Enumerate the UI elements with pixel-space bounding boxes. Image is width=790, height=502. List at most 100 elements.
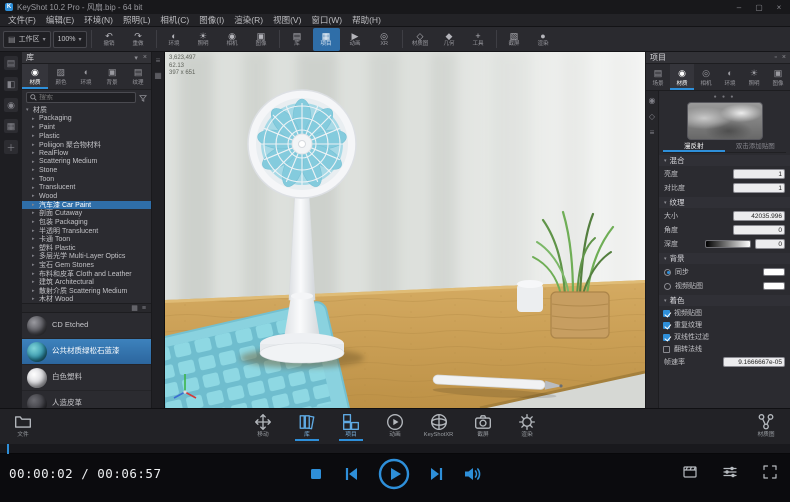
- timeline-settings-icon[interactable]: [722, 464, 738, 480]
- animation-button[interactable]: ▶动画: [342, 28, 369, 51]
- screenshot-button[interactable]: ▧截屏: [501, 28, 528, 51]
- cpu-usage-dropdown[interactable]: 100% ▾: [53, 31, 87, 48]
- menu-render[interactable]: 渲染(R): [229, 14, 268, 26]
- environment-button[interactable]: ◐环境: [161, 28, 188, 51]
- list-toggle-icon[interactable]: ≡: [156, 56, 161, 65]
- channel-add-map[interactable]: 双击添加贴图: [725, 142, 787, 152]
- section-background[interactable]: ▾背景: [659, 253, 790, 264]
- tools-button[interactable]: +工具: [465, 28, 492, 51]
- color-swatch[interactable]: [763, 282, 785, 290]
- menu-camera[interactable]: 相机(C): [155, 14, 194, 26]
- material-item[interactable]: 人造皮革: [22, 391, 151, 408]
- grid-toggle-icon[interactable]: ▦: [154, 71, 162, 80]
- tree-item[interactable]: ▸Toon: [22, 175, 151, 184]
- tab-environments[interactable]: ◐环境: [74, 64, 100, 89]
- material-item[interactable]: CD Etched: [22, 313, 151, 339]
- material-item-selected[interactable]: 公共材质绿松石蓝漆: [22, 339, 151, 365]
- lighting-button[interactable]: ☀照明: [190, 28, 217, 51]
- color-swatch[interactable]: [763, 268, 785, 276]
- menu-environment[interactable]: 环境(N): [79, 14, 118, 26]
- image-button[interactable]: ▣图像: [248, 28, 275, 51]
- section-blend[interactable]: ▾混合: [659, 155, 790, 166]
- tab-lighting[interactable]: ☀照明: [742, 64, 766, 90]
- menu-view[interactable]: 视图(V): [268, 14, 306, 26]
- dock-scene-icon[interactable]: ◧: [4, 77, 18, 91]
- material-graph-button[interactable]: ◇材质图: [407, 28, 434, 51]
- render-button[interactable]: 渲染: [509, 411, 545, 440]
- framerate-input[interactable]: [723, 357, 785, 367]
- keyshotxr-button[interactable]: KeyShotXR: [421, 411, 457, 440]
- tree-item[interactable]: ▸RealFlow: [22, 149, 151, 158]
- workspace-dropdown[interactable]: ▤ 工作区 ▾: [3, 31, 51, 48]
- tab-backplates[interactable]: ▣背景: [99, 64, 125, 89]
- video-map-checkbox[interactable]: [663, 310, 670, 317]
- close-icon[interactable]: ×: [143, 54, 147, 62]
- depth-input[interactable]: [755, 239, 785, 249]
- flip-normal-checkbox[interactable]: [663, 346, 670, 353]
- material-graph-button[interactable]: 材质图: [748, 411, 784, 440]
- tab-environment[interactable]: ◐环境: [718, 64, 742, 90]
- dock-settings-icon[interactable]: ＋: [4, 140, 18, 154]
- tree-item[interactable]: ▸Packaging: [22, 115, 151, 124]
- play-button[interactable]: [377, 457, 411, 491]
- project-button[interactable]: ▦项目: [313, 28, 340, 51]
- next-frame-button[interactable]: [428, 465, 446, 483]
- undo-button[interactable]: ↶撤销: [96, 28, 123, 51]
- search-box[interactable]: [26, 92, 136, 103]
- section-shading[interactable]: ▾着色: [659, 295, 790, 306]
- menu-window[interactable]: 窗口(W): [306, 14, 347, 26]
- menu-image[interactable]: 图像(I): [194, 14, 229, 26]
- filter-icon[interactable]: [139, 94, 147, 102]
- gradient-slider[interactable]: [705, 240, 751, 248]
- dock-material-icon[interactable]: ◉: [4, 98, 18, 112]
- texture-preview[interactable]: [687, 102, 763, 140]
- pin-icon[interactable]: ▫: [774, 54, 776, 61]
- maximize-button[interactable]: ▢: [753, 3, 765, 12]
- dock-library-icon[interactable]: ▤: [4, 56, 18, 70]
- tab-colors[interactable]: ▨颜色: [48, 64, 74, 89]
- material-ball-icon[interactable]: ◉: [649, 96, 656, 105]
- angle-input[interactable]: [733, 225, 785, 235]
- channel-diffuse[interactable]: 漫反射: [663, 142, 725, 152]
- panel-splitter[interactable]: ≡ ▦: [152, 52, 165, 408]
- menu-help[interactable]: 帮助(H): [347, 14, 386, 26]
- previous-frame-button[interactable]: [342, 465, 360, 483]
- geometry-button[interactable]: ◆几何: [436, 28, 463, 51]
- file-button[interactable]: 文件: [5, 411, 41, 440]
- render-button[interactable]: ●渲染: [530, 28, 557, 51]
- volume-button[interactable]: [463, 465, 483, 483]
- tab-camera[interactable]: ◎相机: [694, 64, 718, 90]
- section-texture[interactable]: ▾纹理: [659, 197, 790, 208]
- tab-image[interactable]: ▣图像: [766, 64, 790, 90]
- repeat-checkbox[interactable]: [663, 322, 670, 329]
- library-button[interactable]: ▤库: [284, 28, 311, 51]
- close-icon[interactable]: ×: [782, 54, 786, 61]
- tree-item-root[interactable]: ▾材质: [22, 106, 151, 115]
- preview-carousel-dots[interactable]: ● ● ●: [663, 93, 786, 101]
- video-map-radio[interactable]: [664, 283, 671, 290]
- render-frame-icon[interactable]: [682, 464, 698, 480]
- tab-textures[interactable]: ▤纹理: [125, 64, 151, 89]
- tree-item[interactable]: ▸Stone: [22, 166, 151, 175]
- tree-item[interactable]: ▸Translucent: [22, 183, 151, 192]
- redo-button[interactable]: ↷重做: [125, 28, 152, 51]
- layers-icon[interactable]: ≡: [650, 128, 655, 137]
- search-input[interactable]: [39, 94, 132, 101]
- list-view-icon[interactable]: ≡: [142, 305, 146, 312]
- size-input[interactable]: [733, 211, 785, 221]
- sync-radio[interactable]: [664, 269, 671, 276]
- animation-toggle-button[interactable]: 动画: [377, 411, 413, 440]
- tab-material[interactable]: ◉材质: [670, 64, 694, 90]
- stop-button[interactable]: [307, 465, 325, 483]
- move-tool-button[interactable]: 移动: [245, 411, 281, 440]
- fullscreen-icon[interactable]: [762, 464, 778, 480]
- realtime-viewport[interactable]: 3,623,497 62.13 397 x 651: [165, 52, 645, 408]
- brightness-input[interactable]: [733, 169, 785, 179]
- contrast-input[interactable]: [733, 183, 785, 193]
- project-toggle-button[interactable]: 项目: [333, 411, 369, 440]
- library-toggle-button[interactable]: 库: [289, 411, 325, 440]
- close-button[interactable]: ×: [773, 3, 785, 12]
- tree-item[interactable]: ▸Scattering Medium: [22, 158, 151, 167]
- keyshotxr-button[interactable]: ◎XR: [371, 28, 398, 51]
- collapse-icon[interactable]: ▾: [134, 54, 138, 62]
